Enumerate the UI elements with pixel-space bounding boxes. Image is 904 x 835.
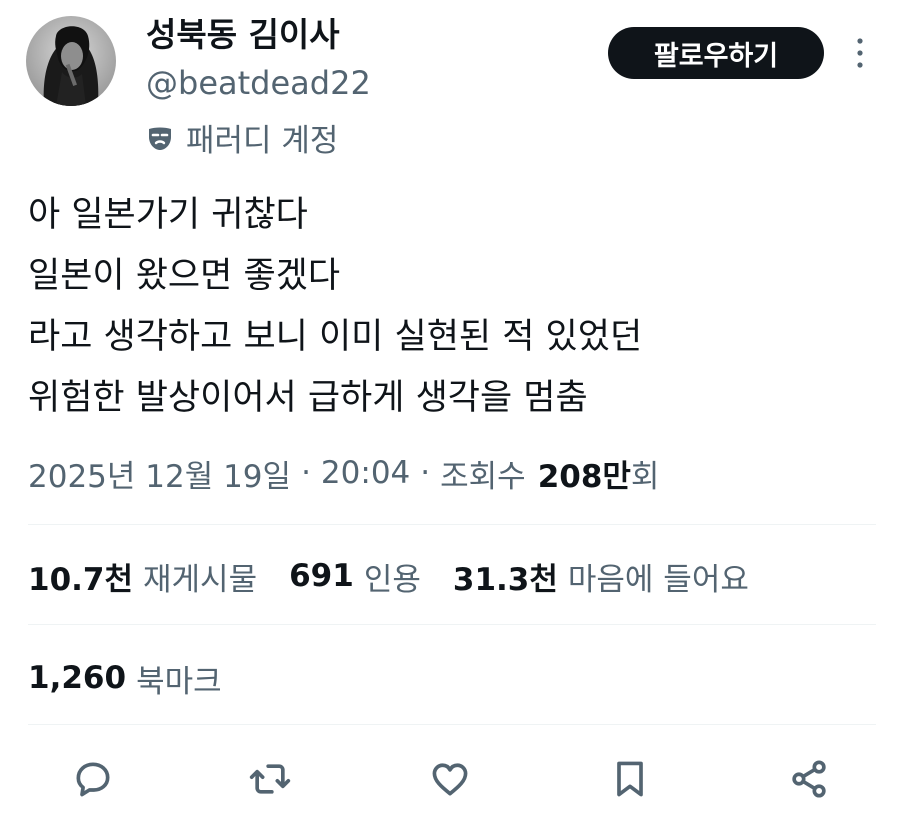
quotes-label: 인용 xyxy=(363,561,421,598)
quotes-stat[interactable]: 691 인용 xyxy=(289,554,421,599)
bookmark-icon xyxy=(617,761,643,797)
divider xyxy=(28,624,876,625)
user-handle[interactable]: @beatdead22 xyxy=(146,62,371,104)
retweets-label: 재게시물 xyxy=(143,561,258,598)
engagement-stats: 10.7천 재게시물 691 인용 31.3천 마음에 들어요 xyxy=(28,552,781,600)
likes-label: 마음에 들어요 xyxy=(567,561,749,598)
tweet-date[interactable]: 2025년 12월 19일 xyxy=(28,451,291,496)
meta-separator: · xyxy=(420,455,431,491)
meta-separator: · xyxy=(301,455,311,491)
mask-icon xyxy=(149,127,171,150)
divider xyxy=(28,524,876,525)
parody-account-label: 패러디 계정 xyxy=(146,116,339,159)
tweet-body: 아 일본가기 귀찮다 일본이 왔으면 좋겠다 라고 생각하고 보니 이미 실현된… xyxy=(28,185,642,429)
tweet-line: 일본이 왔으면 좋겠다 xyxy=(28,256,341,296)
views-label: 조회수 xyxy=(440,458,526,495)
follow-button[interactable]: 팔로우하기 xyxy=(608,27,824,79)
divider xyxy=(28,724,876,725)
parody-label-text: 패러디 계정 xyxy=(186,122,339,159)
share-icon xyxy=(792,760,826,798)
bookmarks-stat[interactable]: 1,260 북마크 xyxy=(28,654,254,702)
likes-stat[interactable]: 31.3천 마음에 들어요 xyxy=(453,554,749,599)
tweet-meta: 2025년 12월 19일 · 20:04 · 조회수 208만 회 xyxy=(28,450,659,496)
reply-icon xyxy=(76,762,110,797)
bookmark-button[interactable] xyxy=(607,756,653,802)
heart-icon xyxy=(432,763,468,796)
more-vertical-icon xyxy=(857,38,863,68)
tweet-time[interactable]: 20:04 xyxy=(321,455,410,491)
tweet-line: 위험한 발상이어서 급하게 생각을 멈춤 xyxy=(28,378,588,418)
views-count[interactable]: 208만 xyxy=(538,451,631,496)
avatar[interactable] xyxy=(26,16,116,106)
display-name[interactable]: 성북동 김이사 xyxy=(146,14,340,56)
more-options-button[interactable] xyxy=(842,33,878,73)
bookmarks-label: 북마크 xyxy=(136,663,222,700)
bookmarks-stat-inner: 1,260 북마크 xyxy=(28,656,222,701)
share-button[interactable] xyxy=(786,756,832,802)
tweet-line: 아 일본가기 귀찮다 xyxy=(28,195,308,235)
tweet-line: 라고 생각하고 보니 이미 실현된 적 있었던 xyxy=(28,317,643,357)
retweets-count: 10.7천 xyxy=(28,561,134,598)
views-suffix: 회 xyxy=(630,458,660,495)
quotes-count: 691 xyxy=(289,558,354,594)
like-button[interactable] xyxy=(427,756,473,802)
bookmarks-count: 1,260 xyxy=(28,660,127,696)
retweet-icon xyxy=(249,764,291,794)
retweets-stat[interactable]: 10.7천 재게시물 xyxy=(28,554,257,599)
likes-count: 31.3천 xyxy=(452,561,558,598)
reply-button[interactable] xyxy=(70,756,116,802)
retweet-button[interactable] xyxy=(247,756,293,802)
